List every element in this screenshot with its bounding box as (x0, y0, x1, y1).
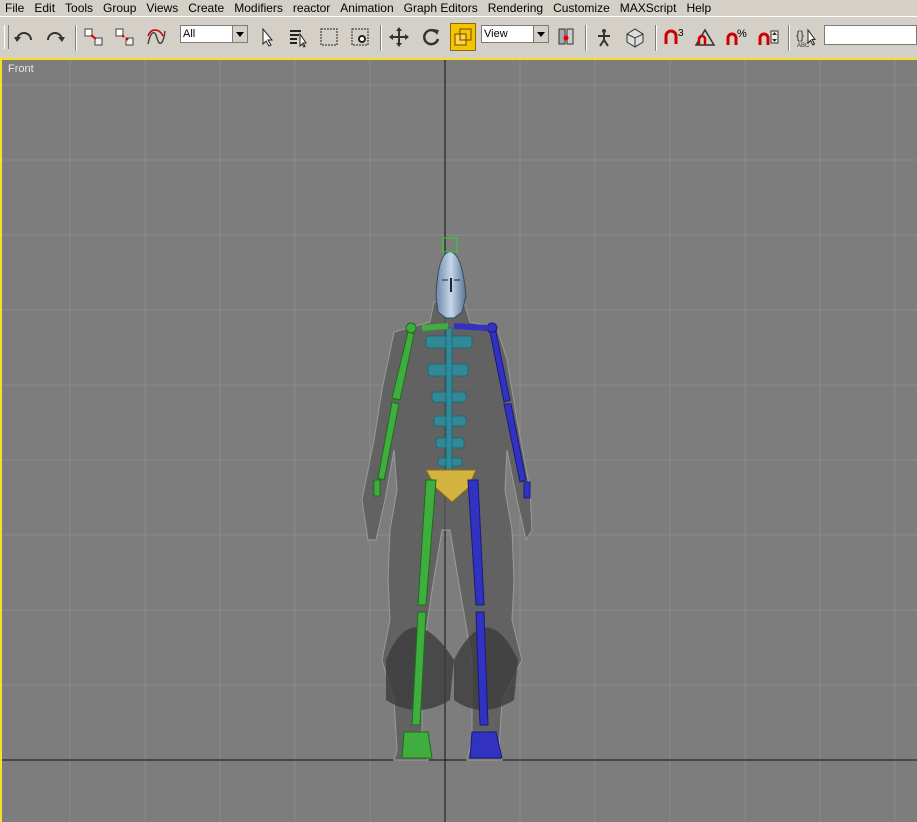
menu-graph-editors[interactable]: Graph Editors (399, 0, 483, 16)
spinner-snap-button[interactable] (756, 23, 782, 51)
select-manipulate-button[interactable] (591, 23, 617, 51)
select-move-icon (389, 27, 409, 47)
select-scale-icon (454, 28, 472, 46)
menu-animation[interactable]: Animation (335, 0, 398, 16)
toolbar-separator (655, 25, 657, 51)
menu-maxscript[interactable]: MAXScript (615, 0, 682, 16)
bind-space-warp-button[interactable] (143, 23, 169, 51)
select-link-button[interactable] (81, 23, 107, 51)
rectangular-region-button[interactable] (316, 23, 342, 51)
menu-customize[interactable]: Customize (548, 0, 615, 16)
rectangular-region-icon (320, 28, 338, 46)
angle-snap-icon (694, 28, 716, 46)
edit-named-selection-button[interactable]: {} ABC (794, 23, 820, 51)
undo-button[interactable] (11, 23, 37, 51)
menu-group[interactable]: Group (98, 0, 141, 16)
snaps-toggle-icon: 3 (664, 28, 684, 44)
select-move-button[interactable] (386, 23, 412, 51)
window-crossing-button[interactable] (347, 23, 373, 51)
menu-bar: File Edit Tools Group Views Create Modif… (0, 0, 917, 16)
toolbar-separator (380, 25, 382, 51)
character-model[interactable] (361, 237, 533, 761)
chevron-down-icon (232, 26, 247, 42)
menu-reactor[interactable]: reactor (288, 0, 335, 16)
window-crossing-icon (351, 28, 369, 46)
select-object-button[interactable] (254, 23, 280, 51)
unlink-button[interactable] (112, 23, 138, 51)
reference-coordinate-value: View (484, 28, 508, 40)
selection-filter-value: All (183, 28, 196, 40)
toolbar-separator (788, 25, 790, 51)
svg-text:ABC: ABC (797, 43, 810, 48)
viewport-canvas[interactable] (2, 60, 917, 822)
select-scale-button[interactable] (450, 23, 476, 51)
select-by-name-icon (290, 30, 307, 48)
keyboard-shortcut-override-button[interactable] (622, 23, 648, 51)
front-viewport[interactable]: Front (0, 58, 917, 822)
selection-filter-dropdown[interactable]: All (180, 25, 248, 43)
reference-coordinate-dropdown[interactable]: View (481, 25, 549, 43)
menu-tools[interactable]: Tools (60, 0, 98, 16)
menu-rendering[interactable]: Rendering (483, 0, 548, 16)
angle-snap-button[interactable] (692, 23, 718, 51)
menu-create[interactable]: Create (183, 0, 229, 16)
menu-help[interactable]: Help (681, 0, 716, 16)
percent-snap-icon: % (726, 28, 747, 45)
main-toolbar: All View 3 % {} ABC (0, 16, 917, 58)
select-link-icon (84, 28, 103, 46)
chevron-down-icon (533, 26, 548, 42)
toolbar-separator (585, 25, 587, 51)
select-rotate-icon (423, 28, 440, 46)
select-manipulate-icon (598, 29, 610, 47)
select-rotate-button[interactable] (418, 23, 444, 51)
use-pivot-center-icon (558, 28, 574, 45)
bind-space-warp-icon (147, 29, 166, 45)
redo-button[interactable] (42, 23, 68, 51)
menu-file[interactable]: File (0, 0, 29, 16)
menu-views[interactable]: Views (141, 0, 183, 16)
keyboard-shortcut-override-icon (626, 28, 644, 48)
undo-icon (14, 32, 32, 42)
percent-snap-label: % (737, 28, 747, 40)
redo-icon (47, 32, 65, 42)
menu-edit[interactable]: Edit (29, 0, 60, 16)
edit-named-selection-icon: {}ABC (796, 28, 816, 48)
toolbar-separator (75, 25, 77, 51)
select-object-icon (262, 27, 274, 47)
spinner-snap-icon (758, 30, 779, 45)
named-selection-set-field[interactable] (824, 25, 917, 45)
toolbar-grip[interactable] (4, 25, 9, 49)
unlink-icon (115, 28, 134, 46)
percent-snap-button[interactable]: % (724, 23, 750, 51)
snaps-toggle-button[interactable]: 3 (661, 23, 687, 51)
viewport-label[interactable]: Front (8, 63, 34, 75)
svg-text:{}: {} (796, 28, 804, 42)
use-pivot-center-button[interactable] (553, 23, 579, 51)
snap-dimension-label: 3 (678, 28, 684, 39)
select-by-name-button[interactable] (285, 23, 311, 51)
menu-modifiers[interactable]: Modifiers (229, 0, 288, 16)
